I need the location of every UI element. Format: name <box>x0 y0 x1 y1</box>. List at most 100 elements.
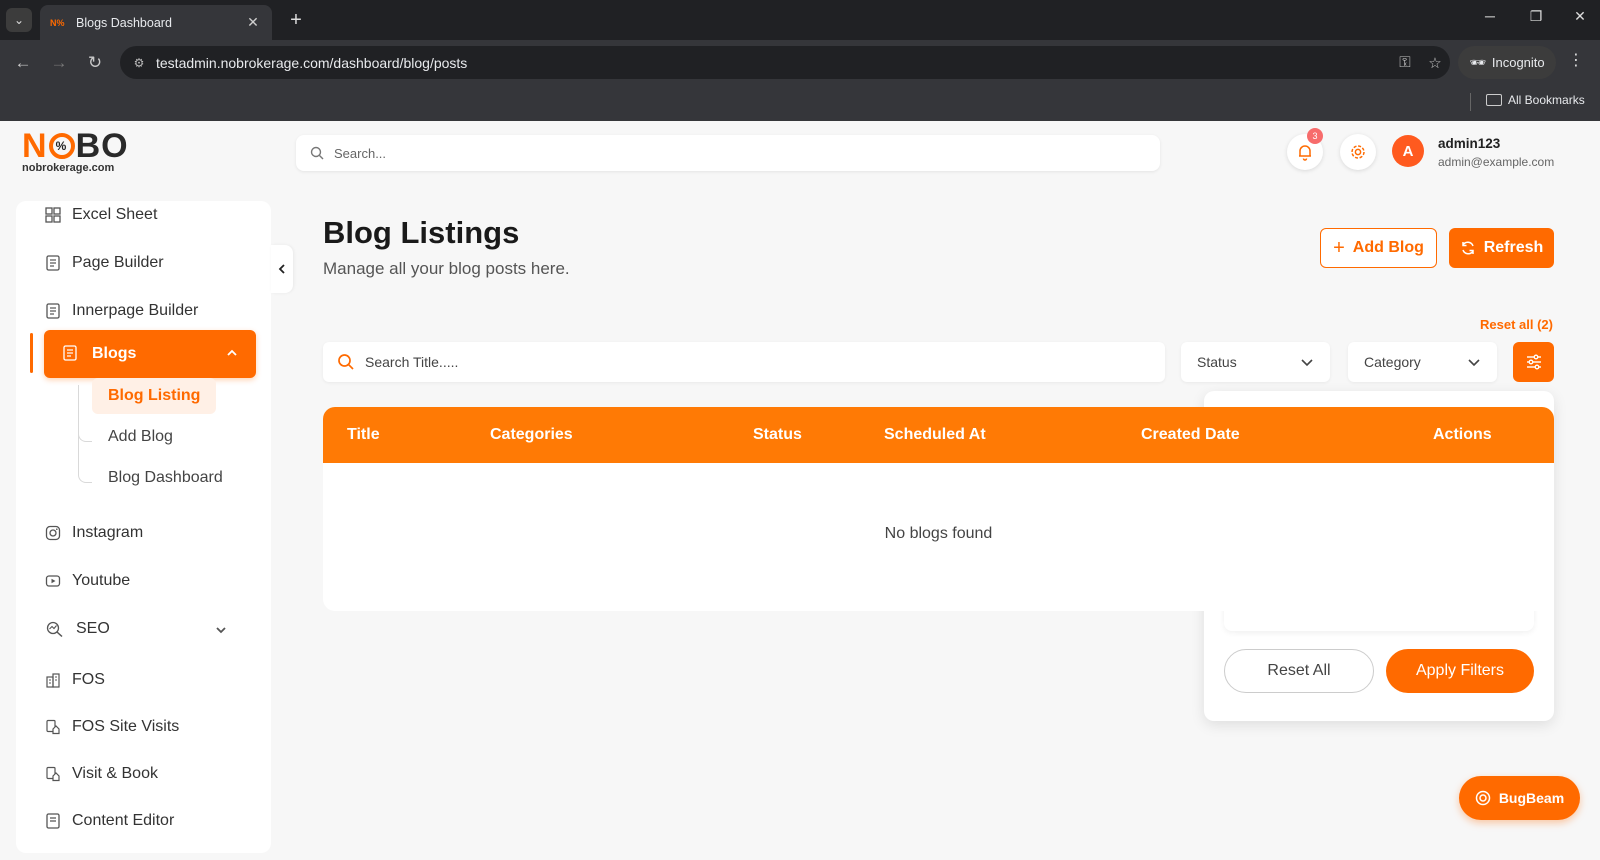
bookmarks-divider <box>1470 93 1471 111</box>
document-icon <box>44 254 62 272</box>
browser-toolbar: ← → ↻ ⚙ testadmin.nobrokerage.com/dashbo… <box>0 40 1600 85</box>
status-select-value: Status <box>1197 354 1237 370</box>
column-header-title: Title <box>347 426 380 443</box>
sidebar-item-excel-sheet[interactable]: Excel Sheet <box>16 201 255 235</box>
sidebar-item-youtube[interactable]: Youtube <box>16 561 255 601</box>
refresh-button[interactable]: Refresh <box>1449 228 1554 268</box>
category-select[interactable]: Category <box>1348 342 1497 382</box>
sidebar-item-fos-site-visits[interactable]: FOS Site Visits <box>16 707 255 747</box>
column-header-created-date: Created Date <box>1141 426 1240 443</box>
back-button[interactable]: ← <box>11 51 35 75</box>
sidebar-item-page-builder[interactable]: Page Builder <box>16 243 255 283</box>
bell-icon <box>1299 145 1311 161</box>
logo[interactable]: N BO nobrokerage.com <box>22 129 129 174</box>
status-select[interactable]: Status <box>1181 342 1330 382</box>
new-tab-button[interactable]: + <box>284 8 308 32</box>
address-bar[interactable]: ⚙ testadmin.nobrokerage.com/dashboard/bl… <box>120 46 1450 79</box>
close-tab-icon[interactable]: ✕ <box>244 14 262 31</box>
app-root: N BO nobrokerage.com 3 A admin123 admin@e… <box>0 121 1600 860</box>
reload-button[interactable]: ↻ <box>83 51 107 75</box>
sidebar-item-content-editor[interactable]: Content Editor <box>16 801 255 841</box>
incognito-badge[interactable]: 🕶 Incognito <box>1458 46 1556 79</box>
global-search-input[interactable] <box>334 145 1134 161</box>
sidebar-item-label: Visit & Book <box>72 765 158 782</box>
filter-toggle-button[interactable] <box>1513 342 1554 382</box>
submenu-connector <box>78 471 92 483</box>
sidebar-subitem-add-blog[interactable]: Add Blog <box>92 419 189 455</box>
logo-letter-n: N <box>22 127 48 165</box>
document-icon <box>44 812 62 830</box>
chevron-down-icon: ⌄ <box>13 13 25 27</box>
close-window-button[interactable]: ✕ <box>1568 8 1592 25</box>
plus-icon: + <box>1333 237 1345 259</box>
reset-all-button[interactable]: Reset All <box>1224 649 1374 693</box>
logo-subtitle: nobrokerage.com <box>22 162 115 174</box>
sidebar-item-label: Excel Sheet <box>72 206 158 223</box>
sidebar-item-instagram[interactable]: Instagram <box>16 513 255 553</box>
key-icon[interactable]: ⚿ <box>1390 54 1420 71</box>
chevron-down-icon <box>1301 359 1313 367</box>
chevron-down-icon <box>1468 359 1480 367</box>
title-search-input[interactable] <box>365 354 1145 370</box>
sidebar-item-blogs[interactable]: Blogs <box>44 330 256 378</box>
bookmarks-bar: All Bookmarks <box>0 85 1600 121</box>
sliders-icon <box>1526 354 1541 370</box>
site-visit-icon <box>44 765 62 783</box>
refresh-icon <box>1461 241 1474 255</box>
sidebar-item-label: Blogs <box>92 345 137 362</box>
page-subtitle: Manage all your blog posts here. <box>323 259 570 278</box>
bugbeam-label: BugBeam <box>1498 790 1565 806</box>
chevron-down-icon[interactable] <box>215 623 227 641</box>
tab-title: Blogs Dashboard <box>76 15 172 30</box>
restore-button[interactable]: ❐ <box>1524 8 1548 25</box>
avatar[interactable]: A <box>1392 135 1424 167</box>
browser-menu-icon[interactable]: ⋮ <box>1568 50 1584 70</box>
bugbeam-button[interactable]: BugBeam <box>1459 776 1580 820</box>
incognito-icon: 🕶 <box>1469 54 1486 70</box>
browser-tab[interactable]: N% Blogs Dashboard ✕ <box>40 5 272 40</box>
all-bookmarks-button[interactable]: All Bookmarks <box>1486 93 1585 107</box>
sidebar-item-visit-book[interactable]: Visit & Book <box>16 754 255 794</box>
site-info-icon[interactable]: ⚙ <box>132 56 146 70</box>
sidebar-item-innerpage-builder[interactable]: Innerpage Builder <box>16 291 255 331</box>
chevron-up-icon[interactable] <box>226 346 238 364</box>
sidebar-item-label: SEO <box>76 620 110 637</box>
sidebar-item-label: Youtube <box>72 572 131 589</box>
empty-state-message: No blogs found <box>884 525 993 542</box>
notifications-button[interactable]: 3 <box>1287 128 1323 170</box>
logo-percent-icon <box>48 133 75 159</box>
sidebar-item-label: Content Editor <box>72 812 175 829</box>
title-search <box>323 342 1165 382</box>
sidebar-subitem-blog-listing[interactable]: Blog Listing <box>92 378 217 414</box>
sidebar-item-seo[interactable]: SEO <box>16 609 255 649</box>
minimize-button[interactable]: ─ <box>1478 8 1502 24</box>
grid-icon <box>44 206 62 224</box>
all-bookmarks-label: All Bookmarks <box>1508 93 1585 107</box>
sidebar-item-label: Page Builder <box>72 254 164 271</box>
document-icon <box>44 302 62 320</box>
instagram-icon <box>44 524 62 542</box>
tab-search-button[interactable]: ⌄ <box>6 8 32 32</box>
user-email: admin@example.com <box>1438 155 1555 169</box>
sidebar-subitem-blog-dashboard[interactable]: Blog Dashboard <box>92 460 239 496</box>
apply-filters-button[interactable]: Apply Filters <box>1386 649 1534 693</box>
sidebar-item-fos[interactable]: FOS <box>16 660 255 700</box>
search-icon <box>338 354 354 370</box>
forward-button[interactable]: → <box>47 51 71 75</box>
browser-chrome: ⌄ N% Blogs Dashboard ✕ + ─ ❐ ✕ ← → ↻ ⚙ t… <box>0 0 1600 121</box>
tab-strip: ⌄ N% Blogs Dashboard ✕ + ─ ❐ ✕ <box>0 0 1600 40</box>
global-search <box>296 135 1160 171</box>
sidebar-item-label: Instagram <box>72 524 144 541</box>
reset-all-link[interactable]: Reset all (2) <box>1480 317 1553 332</box>
page-title: Blog Listings <box>323 215 520 250</box>
settings-button[interactable] <box>1340 134 1376 170</box>
bookmark-star-icon[interactable]: ☆ <box>1420 54 1450 72</box>
blogs-table: Title Categories Status Scheduled At Cre… <box>323 407 1554 611</box>
sidebar-collapse-button[interactable] <box>271 245 293 293</box>
add-blog-button[interactable]: + Add Blog <box>1320 228 1437 268</box>
category-select-value: Category <box>1364 354 1421 370</box>
favicon-icon: N% <box>50 17 65 28</box>
folder-icon <box>1486 94 1502 106</box>
youtube-icon <box>44 572 62 590</box>
notification-count-badge: 3 <box>1307 128 1323 144</box>
